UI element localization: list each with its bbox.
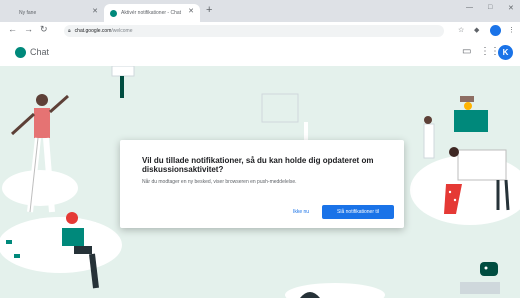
url-path: /welcome bbox=[111, 28, 133, 34]
tab-chat[interactable]: Aktivér notifikationer - Chat ✕ bbox=[104, 4, 200, 22]
apps-icon[interactable]: ⋮⋮ bbox=[480, 46, 500, 57]
room-icon[interactable]: ▭ bbox=[462, 46, 471, 57]
browser-tab-bar: Ny fane ✕ Aktivér notifikationer - Chat … bbox=[0, 0, 520, 22]
profile-icon[interactable] bbox=[490, 25, 501, 36]
lock-icon: 🔒︎ bbox=[68, 28, 71, 34]
url-host: chat.google.com bbox=[74, 28, 112, 34]
back-icon[interactable]: ← bbox=[8, 24, 17, 34]
tab-new[interactable]: Ny fane ✕ bbox=[4, 4, 104, 22]
new-tab-icon[interactable]: + bbox=[206, 4, 212, 16]
not-now-button[interactable]: Ikke nu bbox=[288, 205, 314, 219]
dialog-body: Når du modtager en ny besked, viser brow… bbox=[142, 179, 297, 185]
close-window-icon[interactable]: ✕ bbox=[508, 4, 514, 12]
close-icon[interactable]: ✕ bbox=[92, 7, 98, 15]
url-field[interactable]: 🔒︎ chat.google.com /welcome bbox=[64, 25, 444, 37]
tab-title: Ny fane bbox=[19, 10, 37, 16]
enable-notifications-button[interactable]: Slå notifikationer til bbox=[322, 205, 394, 219]
close-icon[interactable]: ✕ bbox=[188, 7, 194, 15]
app-name: Chat bbox=[30, 47, 50, 57]
minimize-icon[interactable]: — bbox=[466, 4, 473, 11]
avatar[interactable]: K bbox=[498, 45, 513, 60]
reload-icon[interactable]: ↻ bbox=[40, 24, 48, 35]
chat-logo-icon bbox=[15, 47, 26, 58]
address-bar-row: ← → ↻ 🔒︎ chat.google.com /welcome ☆ ◆ ⋮ bbox=[0, 22, 520, 41]
dialog-title: Vil du tillade notifikationer, så du kan… bbox=[142, 156, 374, 174]
star-icon[interactable]: ☆ bbox=[458, 26, 464, 34]
extension-icon[interactable]: ◆ bbox=[474, 26, 479, 34]
notification-permission-dialog: Vil du tillade notifikationer, så du kan… bbox=[120, 140, 404, 228]
maximize-icon[interactable]: □ bbox=[488, 4, 492, 11]
tab-title: Aktivér notifikationer - Chat bbox=[121, 10, 182, 16]
forward-icon[interactable]: → bbox=[24, 24, 33, 34]
app-header bbox=[0, 40, 520, 66]
chat-favicon-icon bbox=[110, 9, 117, 17]
menu-icon[interactable]: ⋮ bbox=[508, 26, 515, 34]
